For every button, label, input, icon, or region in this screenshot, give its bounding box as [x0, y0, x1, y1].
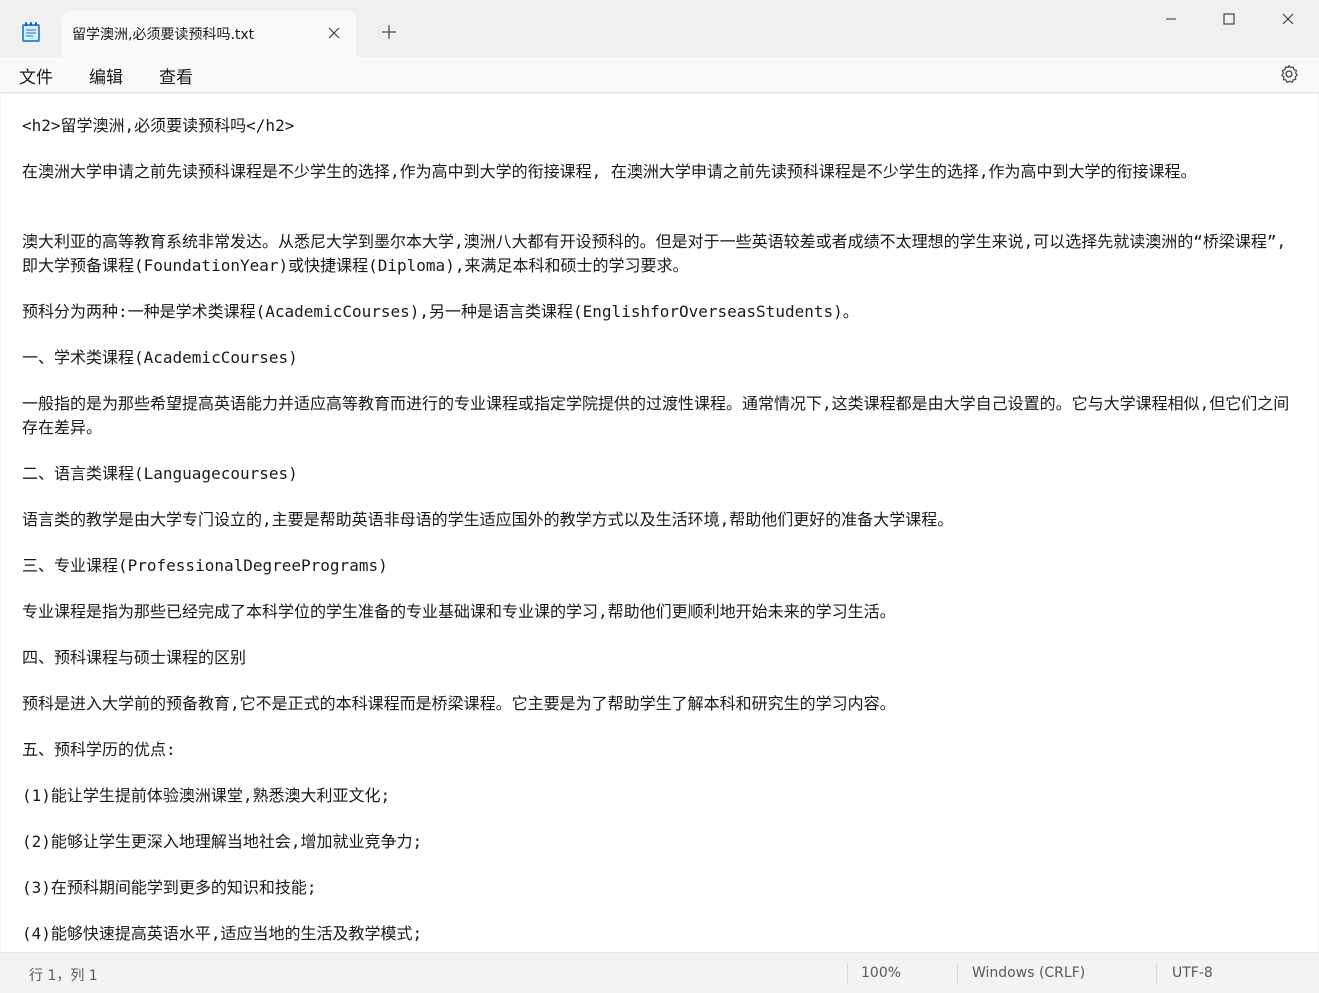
- tab-title: 留学澳洲,必须要读预科吗.txt: [72, 27, 255, 43]
- menu-bar: 文件 编辑 查看: [0, 57, 1319, 93]
- file-tab[interactable]: 留学澳洲,必须要读预科吗.txt: [62, 11, 356, 57]
- close-tab-icon[interactable]: [326, 25, 342, 41]
- encoding[interactable]: UTF-8: [1172, 965, 1213, 981]
- minimize-icon: [1166, 18, 1176, 20]
- text-paragraph: 一般指的是为那些希望提高英语能力并适应高等教育而进行的专业课程或指定学院提供的过…: [22, 394, 1290, 437]
- text-paragraph: 在澳洲大学申请之前先读预科课程是不少学生的选择,作为高中到大学的衔接课程, 在澳…: [22, 162, 1197, 181]
- text-paragraph: 预科是进入大学前的预备教育,它不是正式的本科课程而是桥梁课程。它主要是为了帮助学…: [22, 694, 896, 713]
- text-paragraph: 语言类的教学是由大学专门设立的,主要是帮助英语非母语的学生适应国外的教学方式以及…: [22, 510, 954, 529]
- text-heading: 二、语言类课程(Languagecourses): [22, 464, 298, 483]
- text-paragraph: 澳大利亚的高等教育系统非常发达。从悉尼大学到墨尔本大学,澳洲八大都有开设预科的。…: [22, 232, 1287, 275]
- status-divider: [957, 963, 958, 985]
- close-window-button[interactable]: [1265, 8, 1311, 30]
- zoom-level[interactable]: 100%: [861, 965, 901, 981]
- maximize-icon: [1223, 13, 1235, 25]
- text-heading: 五、预科学历的优点:: [22, 740, 176, 759]
- text-editor[interactable]: <h2>留学澳洲,必须要读预科吗</h2> 在澳洲大学申请之前先读预科课程是不少…: [1, 94, 1318, 952]
- text-heading: 一、学术类课程(AcademicCourses): [22, 348, 298, 367]
- settings-gear-icon[interactable]: [1279, 64, 1299, 84]
- notepad-icon: [21, 21, 41, 43]
- text-list-item: (1)能让学生提前体验澳洲课堂,熟悉澳大利亚文化;: [22, 786, 391, 805]
- text-list-item: (3)在预科期间能学到更多的知识和技能;: [22, 878, 317, 897]
- menu-file[interactable]: 文件: [19, 63, 53, 88]
- cursor-position[interactable]: 行 1，列 1: [29, 965, 98, 985]
- text-line: <h2>留学澳洲,必须要读预科吗</h2>: [22, 116, 295, 135]
- status-divider: [847, 963, 848, 985]
- menu-edit[interactable]: 编辑: [89, 63, 123, 88]
- maximize-button[interactable]: [1206, 8, 1252, 30]
- title-bar: 留学澳洲,必须要读预科吗.txt: [0, 0, 1319, 57]
- text-list-item: (4)能够快速提高英语水平,适应当地的生活及教学模式;: [22, 924, 423, 943]
- new-tab-icon[interactable]: [380, 23, 398, 41]
- status-bar: 行 1，列 1 100% Windows (CRLF) UTF-8: [0, 952, 1319, 993]
- minimize-button[interactable]: [1148, 8, 1194, 30]
- text-list-item: (2)能够让学生更深入地理解当地社会,增加就业竞争力;: [22, 832, 423, 851]
- text-heading: 四、预科课程与硕士课程的区别: [22, 648, 247, 667]
- close-icon: [1282, 13, 1294, 25]
- text-paragraph: 专业课程是指为那些已经完成了本科学位的学生准备的专业基础课和专业课的学习,帮助他…: [22, 602, 896, 621]
- text-paragraph: 预科分为两种:一种是学术类课程(AcademicCourses),另一种是语言类…: [22, 302, 859, 321]
- text-heading: 三、专业课程(ProfessionalDegreePrograms): [22, 556, 388, 575]
- line-ending[interactable]: Windows (CRLF): [972, 965, 1085, 981]
- menu-view[interactable]: 查看: [159, 63, 193, 88]
- status-divider: [1156, 963, 1157, 985]
